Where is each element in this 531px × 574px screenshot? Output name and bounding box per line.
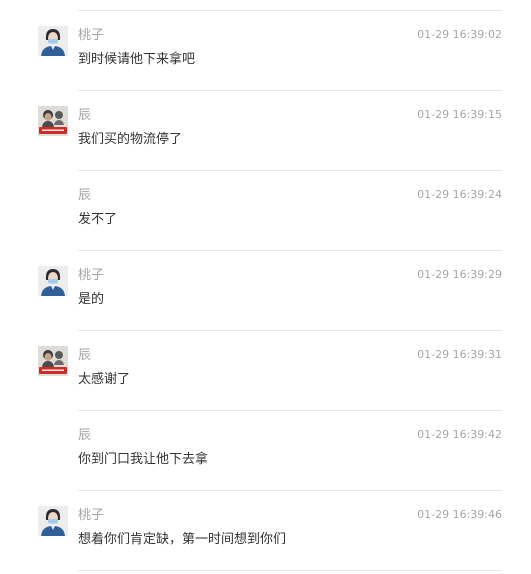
message-item: 辰 01-29 16:39:24 发不了	[0, 171, 531, 251]
peach-avatar-icon	[38, 266, 68, 296]
peach-avatar-icon	[38, 506, 68, 536]
message-item: 桃子 01-29 16:39:29 是的	[0, 251, 531, 331]
sender-name: 桃子	[78, 508, 105, 523]
message-item: 辰 01-29 16:39:31 太感谢了	[0, 331, 531, 411]
message-timestamp: 01-29 16:39:46	[417, 508, 502, 521]
chen-avatar-icon	[38, 346, 68, 376]
sender-name: 辰	[78, 348, 92, 363]
chen-avatar-icon	[38, 106, 68, 136]
message-timestamp: 01-29 16:39:15	[417, 108, 502, 121]
message-timestamp: 01-29 16:39:24	[417, 188, 502, 201]
peach-avatar[interactable]	[38, 26, 68, 56]
divider	[78, 570, 502, 571]
peach-avatar[interactable]	[38, 506, 68, 536]
message-text: 你到门口我让他下去拿	[78, 452, 209, 467]
peach-avatar[interactable]	[38, 266, 68, 296]
message-text: 太感谢了	[78, 372, 131, 387]
message-timestamp: 01-29 16:39:02	[417, 28, 502, 41]
message-text: 到时候请他下来拿吧	[78, 52, 196, 67]
sender-name: 辰	[78, 188, 92, 203]
message-timestamp: 01-29 16:39:31	[417, 348, 502, 361]
message-text: 想着你们肯定缺，第一时间想到你们	[78, 532, 287, 547]
message-item: 桃子 01-29 16:39:02 到时候请他下来拿吧	[0, 11, 531, 91]
message-item: 桃子 01-29 16:39:46 想着你们肯定缺，第一时间想到你们	[0, 491, 531, 571]
message-item: 辰 01-29 16:39:42 你到门口我让他下去拿	[0, 411, 531, 491]
message-text: 发不了	[78, 212, 118, 227]
sender-name: 桃子	[78, 268, 105, 283]
chen-avatar[interactable]	[38, 346, 68, 376]
sender-name: 辰	[78, 108, 92, 123]
message-timestamp: 01-29 16:39:42	[417, 428, 502, 441]
sender-name: 桃子	[78, 28, 105, 43]
peach-avatar-icon	[38, 26, 68, 56]
chat-message-list: 桃子 01-29 16:39:02 到时候请他下来拿吧 辰 01-29 16:3…	[0, 0, 531, 574]
chen-avatar[interactable]	[38, 106, 68, 136]
message-item: 辰 01-29 16:39:15 我们买的物流停了	[0, 91, 531, 171]
sender-name: 辰	[78, 428, 92, 443]
message-text: 是的	[78, 292, 105, 307]
message-text: 我们买的物流停了	[78, 132, 183, 147]
message-timestamp: 01-29 16:39:29	[417, 268, 502, 281]
